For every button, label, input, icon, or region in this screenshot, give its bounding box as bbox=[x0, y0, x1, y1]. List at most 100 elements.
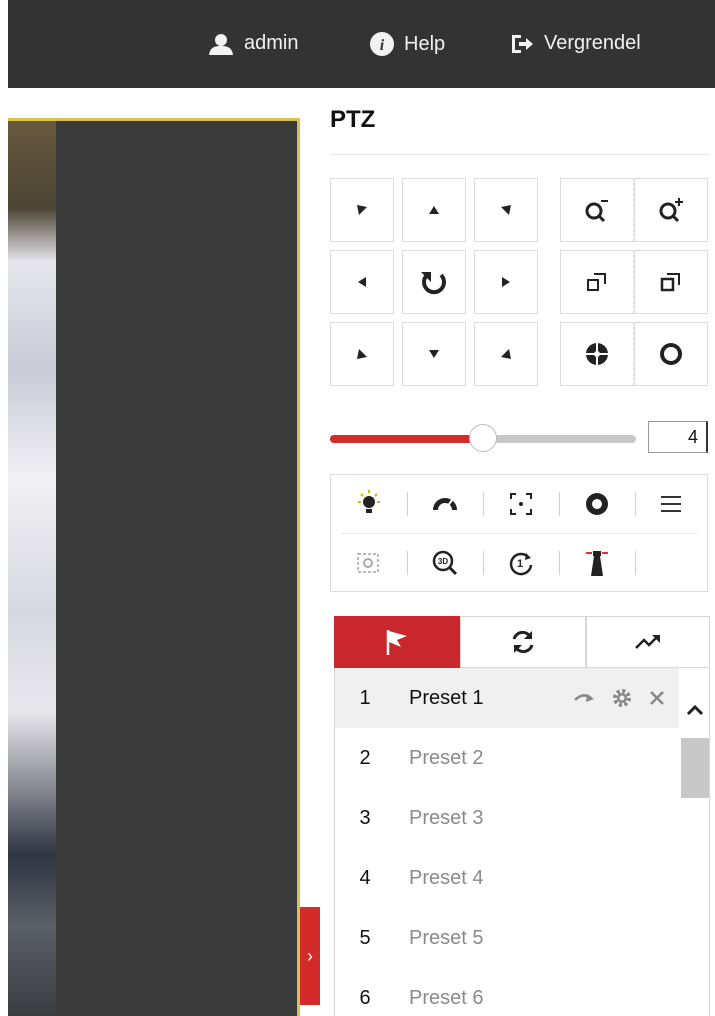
goto-preset-icon[interactable] bbox=[573, 690, 595, 706]
zoom-3d-icon: 3D bbox=[432, 550, 458, 576]
iris-close-button[interactable] bbox=[634, 322, 708, 386]
ptz-down-button[interactable] bbox=[402, 322, 466, 386]
focus-far-button[interactable] bbox=[634, 250, 708, 314]
svg-text:3D: 3D bbox=[438, 557, 448, 566]
scrollbar-thumb[interactable] bbox=[681, 738, 709, 798]
live-video[interactable] bbox=[8, 118, 300, 1016]
preset-number: 6 bbox=[359, 986, 371, 1009]
divider bbox=[330, 154, 710, 155]
iris-open-icon bbox=[586, 343, 608, 365]
arrow-down-icon bbox=[429, 350, 439, 358]
svg-text:i: i bbox=[380, 37, 385, 54]
flag-icon bbox=[386, 630, 407, 655]
preset-name: Preset 5 bbox=[409, 926, 484, 949]
gear-icon[interactable] bbox=[611, 687, 633, 709]
focus-near-icon bbox=[587, 273, 606, 291]
preset-number: 1 bbox=[359, 686, 371, 709]
speed-slider[interactable] bbox=[330, 424, 636, 454]
ptz-auto-rotate-button[interactable] bbox=[402, 250, 466, 314]
arrow-down-left-icon bbox=[357, 349, 367, 359]
rotate-icon bbox=[421, 272, 446, 295]
collapse-panel-button[interactable]: › bbox=[300, 907, 320, 1005]
menu-button[interactable] bbox=[633, 475, 709, 533]
arrow-up-left-icon bbox=[357, 205, 367, 215]
ptz-up-right-button[interactable] bbox=[474, 178, 538, 242]
ptz-right-button[interactable] bbox=[474, 250, 538, 314]
list-item[interactable]: 4 Preset 4 bbox=[335, 848, 679, 908]
zoom-3d-button[interactable]: 3D bbox=[407, 534, 483, 592]
ptz-down-right-button[interactable] bbox=[474, 322, 538, 386]
lock-link[interactable]: Vergrendel bbox=[510, 32, 641, 55]
light-icon bbox=[358, 490, 380, 513]
iris-close-icon bbox=[660, 343, 682, 365]
logout-icon bbox=[510, 33, 534, 55]
aux-focus-button[interactable] bbox=[483, 475, 559, 533]
lens-init-icon bbox=[583, 492, 608, 515]
arrow-down-right-icon bbox=[501, 349, 511, 359]
menu-icon bbox=[661, 496, 681, 512]
preset-list: 1 Preset 1 2 Preset 2 3 Preset 3 4 Prese… bbox=[334, 668, 710, 1016]
list-item[interactable]: 3 Preset 3 bbox=[335, 788, 679, 848]
ptz-left-button[interactable] bbox=[330, 250, 394, 314]
video-selection-border bbox=[8, 118, 300, 1016]
scroll-up-button[interactable] bbox=[679, 688, 709, 732]
arrow-up-icon bbox=[429, 206, 439, 214]
list-item[interactable]: 1 Preset 1 bbox=[335, 668, 679, 728]
tab-pattern[interactable] bbox=[586, 616, 710, 668]
list-item[interactable]: 5 Preset 5 bbox=[335, 908, 679, 968]
lighthouse-icon bbox=[586, 551, 608, 576]
preset-name: Preset 1 bbox=[409, 686, 484, 709]
scrollbar[interactable] bbox=[679, 668, 709, 1016]
list-item[interactable]: 2 Preset 2 bbox=[335, 728, 679, 788]
wiper-button[interactable] bbox=[407, 475, 483, 533]
ptz-down-left-button[interactable] bbox=[330, 322, 394, 386]
preset-number: 4 bbox=[359, 866, 371, 889]
zoom-out-button[interactable] bbox=[560, 178, 634, 242]
manual-track-button[interactable] bbox=[331, 534, 407, 592]
top-bar: admin i Help Vergrendel bbox=[8, 0, 715, 88]
tab-patrol[interactable] bbox=[460, 616, 586, 668]
ptz-functions: 3D 1 bbox=[330, 474, 708, 592]
zoom-in-button[interactable] bbox=[634, 178, 708, 242]
wiper-icon bbox=[433, 498, 457, 511]
iris-open-button[interactable] bbox=[560, 322, 634, 386]
slider-fill bbox=[330, 435, 483, 443]
focus-far-icon bbox=[660, 273, 680, 292]
user-icon bbox=[208, 33, 234, 55]
manual-track-icon bbox=[357, 553, 379, 573]
user-label: admin bbox=[244, 32, 299, 54]
preset-actions bbox=[573, 668, 665, 728]
close-icon[interactable] bbox=[649, 690, 665, 706]
chevron-right-icon: › bbox=[307, 945, 313, 966]
light-button[interactable] bbox=[331, 475, 407, 533]
zoom-in-icon bbox=[659, 198, 683, 223]
focus-near-button[interactable] bbox=[560, 250, 634, 314]
park-action-button[interactable]: 1 bbox=[483, 534, 559, 592]
user-menu[interactable]: admin bbox=[208, 32, 298, 55]
list-item[interactable]: 6 Preset 6 bbox=[335, 968, 679, 1016]
lock-label: Vergrendel bbox=[544, 32, 641, 54]
preset-name: Preset 2 bbox=[409, 746, 484, 769]
preset-name: Preset 3 bbox=[409, 806, 484, 829]
zoom-out-icon bbox=[585, 200, 608, 223]
svg-text:1: 1 bbox=[517, 558, 523, 570]
lens-init-button[interactable] bbox=[559, 475, 635, 533]
slider-handle[interactable] bbox=[469, 424, 497, 452]
trend-icon bbox=[635, 635, 660, 649]
speed-value: 4 bbox=[648, 421, 708, 453]
preset-number: 5 bbox=[359, 926, 371, 949]
aux-focus-icon bbox=[510, 493, 532, 515]
preset-number: 3 bbox=[359, 806, 371, 829]
preset-tabs bbox=[334, 616, 710, 668]
ptz-title: PTZ bbox=[330, 106, 376, 133]
manual-tracking-button[interactable] bbox=[559, 534, 635, 592]
ptz-up-button[interactable] bbox=[402, 178, 466, 242]
lens-controls bbox=[560, 178, 708, 386]
arrow-left-icon bbox=[358, 277, 366, 287]
arrow-right-icon bbox=[502, 277, 510, 287]
help-link[interactable]: i Help bbox=[370, 32, 445, 56]
preset-name: Preset 6 bbox=[409, 986, 484, 1009]
ptz-up-left-button[interactable] bbox=[330, 178, 394, 242]
info-icon: i bbox=[370, 32, 394, 56]
tab-preset[interactable] bbox=[334, 616, 460, 668]
